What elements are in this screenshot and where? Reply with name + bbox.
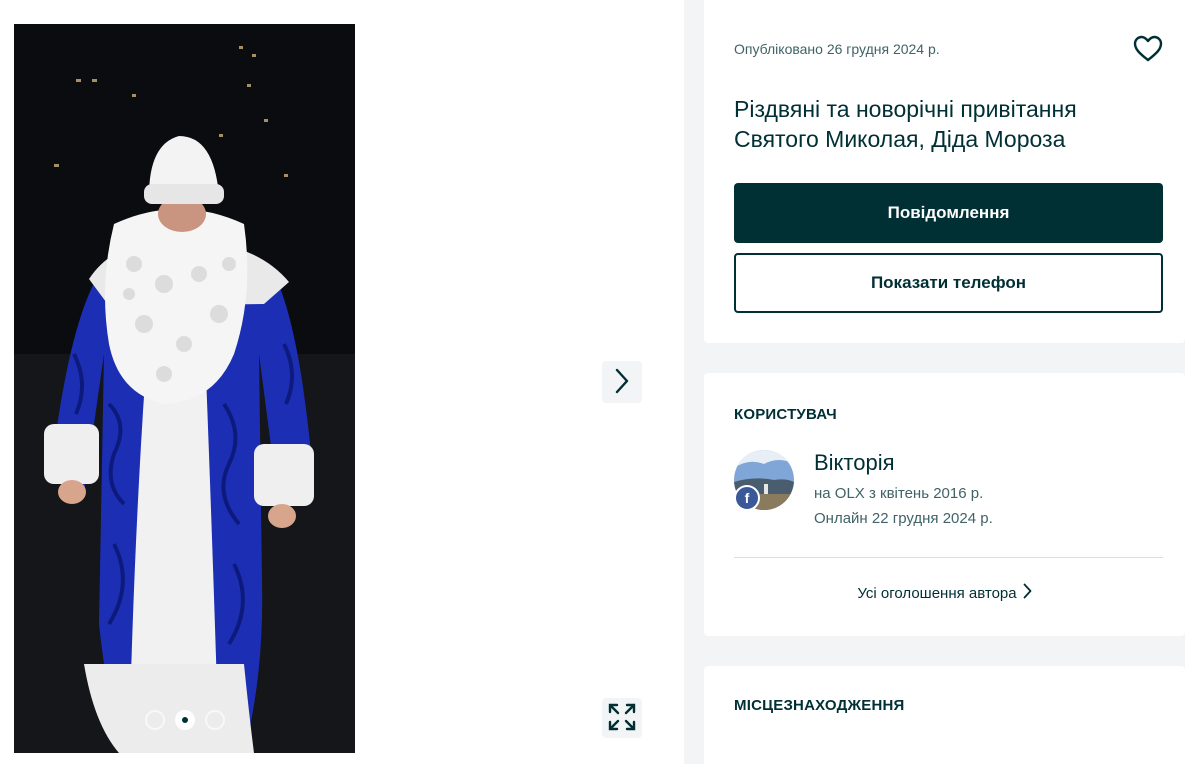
listing-photo[interactable] (14, 24, 355, 753)
fullscreen-button[interactable] (602, 698, 642, 738)
all-author-ads-label: Усі оголошення автора (857, 584, 1017, 602)
user-section-heading: КОРИСТУВАЧ (734, 406, 837, 423)
facebook-icon: f (734, 485, 760, 511)
divider (734, 557, 1163, 558)
user-member-since: на OLX з квітень 2016 р. (814, 485, 984, 502)
all-author-ads-link[interactable]: Усі оголошення автора (704, 583, 1185, 603)
published-date: Опубліковано 26 грудня 2024 р. (734, 41, 940, 57)
gallery-pagination (145, 709, 225, 731)
gallery-dot[interactable] (145, 710, 165, 730)
chevron-right-icon (1023, 583, 1032, 603)
listing-page: Опубліковано 26 грудня 2024 р. Різдвяні … (0, 0, 1185, 764)
chevron-right-icon (614, 368, 630, 397)
next-photo-button[interactable] (602, 361, 642, 403)
user-name[interactable]: Вікторія (814, 450, 895, 476)
location-card: МІСЦЕЗНАХОДЖЕННЯ (704, 666, 1185, 764)
photo-gallery (0, 0, 684, 764)
message-button[interactable]: Повідомлення (734, 183, 1163, 243)
expand-icon (607, 702, 637, 735)
gallery-dot-active[interactable] (175, 710, 195, 730)
listing-summary-card: Опубліковано 26 грудня 2024 р. Різдвяні … (704, 0, 1185, 343)
gallery-dot[interactable] (205, 710, 225, 730)
listing-title: Різдвяні та новорічні привітання Святого… (734, 96, 1077, 152)
show-phone-button[interactable]: Показати телефон (734, 253, 1163, 313)
heart-icon (1133, 35, 1163, 66)
user-card: КОРИСТУВАЧ f Вікторія на OLX з квітень 2… (704, 373, 1185, 636)
favorite-button[interactable] (1132, 34, 1164, 66)
location-section-heading: МІСЦЕЗНАХОДЖЕННЯ (734, 697, 905, 714)
user-last-online: Онлайн 22 грудня 2024 р. (814, 510, 993, 527)
